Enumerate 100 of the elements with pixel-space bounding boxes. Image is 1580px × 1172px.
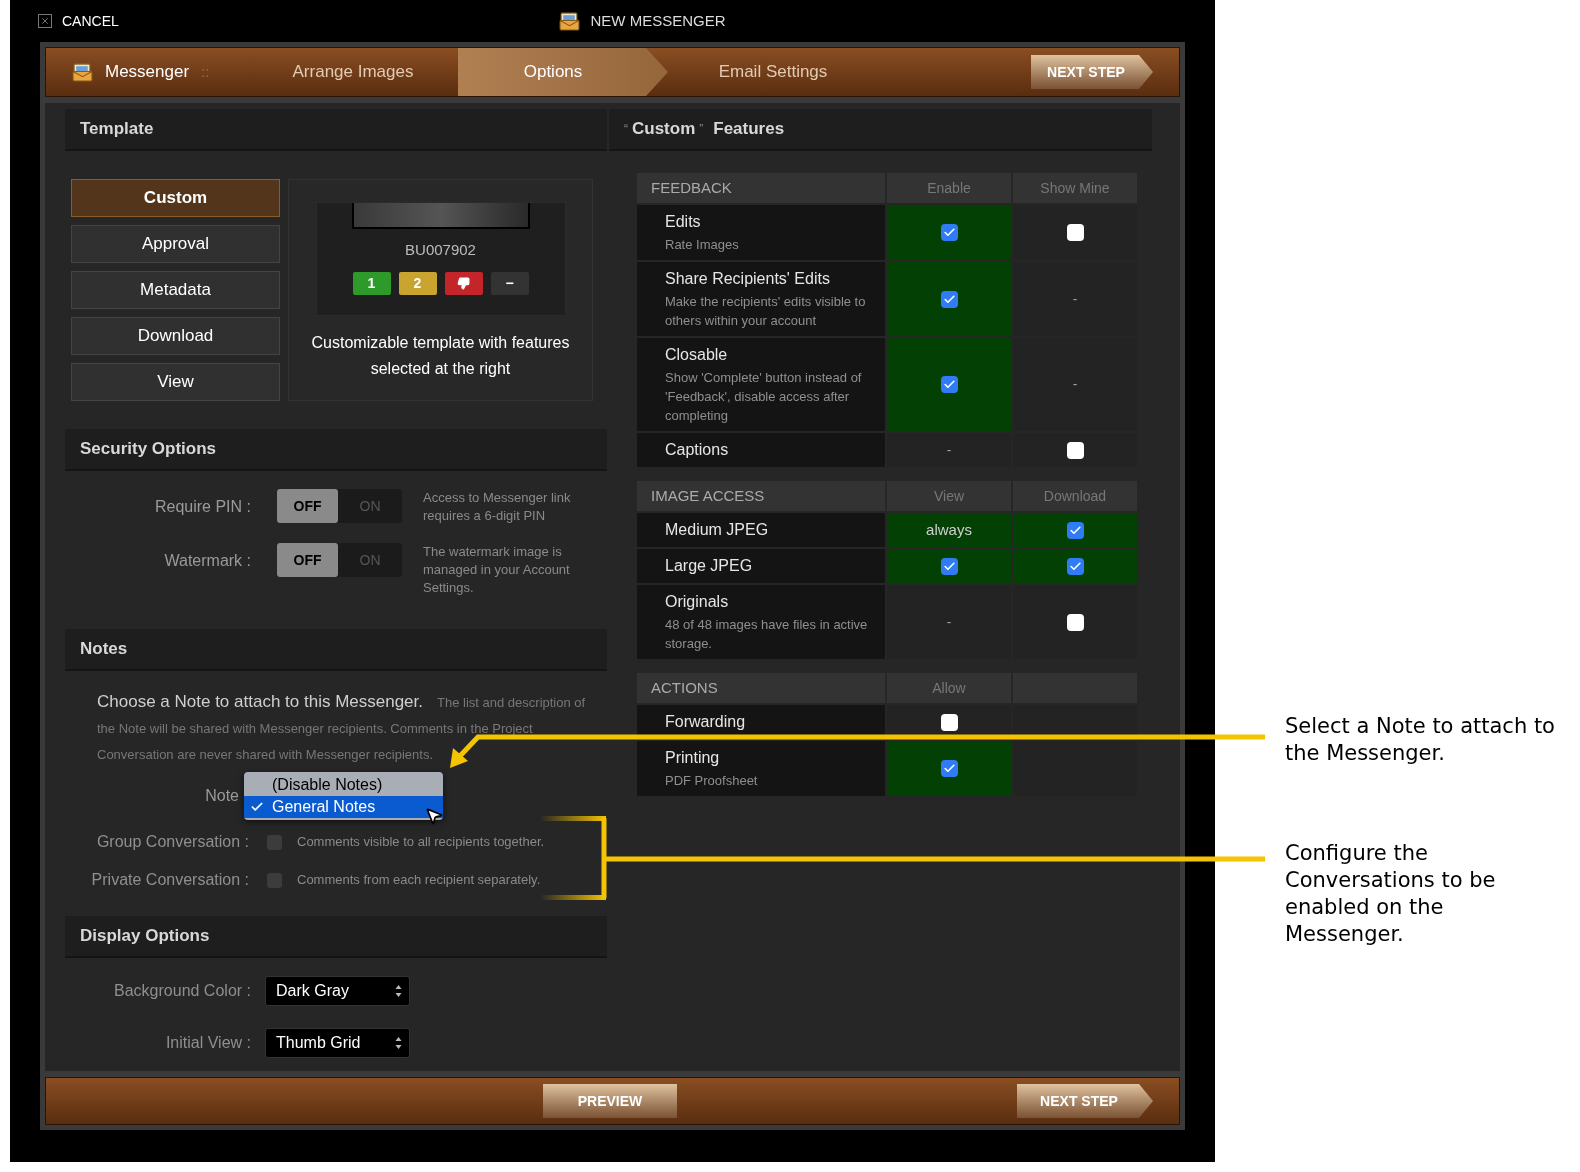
envelope-photo-icon — [72, 62, 93, 82]
field-label: Background Color : — [113, 981, 251, 1001]
dash-text: - — [1072, 289, 1078, 309]
section-header: Notes — [65, 629, 607, 671]
checkbox[interactable] — [1066, 224, 1084, 241]
checkbox[interactable] — [1066, 521, 1084, 539]
section-header: Display Options — [65, 916, 607, 958]
separator-text: :: — [201, 61, 210, 82]
checkmark-icon — [942, 559, 956, 573]
template-name: Custom — [632, 118, 696, 141]
quote-mark: ” — [699, 121, 704, 138]
checkmark-icon — [942, 226, 956, 239]
template-option[interactable]: View — [71, 363, 280, 401]
checkmark-icon — [1068, 523, 1082, 537]
feature-title: Originals — [665, 592, 730, 612]
dropdown-option[interactable]: General Notes — [244, 796, 443, 818]
checkbox[interactable] — [1066, 557, 1084, 575]
checkbox[interactable] — [940, 376, 958, 393]
checkbox[interactable] — [940, 713, 958, 731]
checkmark-icon — [942, 762, 956, 775]
section-title: Features — [713, 118, 785, 141]
step-tab[interactable]: Messenger :: — [46, 48, 248, 96]
select-field[interactable]: Thumb Grid — [265, 1028, 410, 1058]
select-field[interactable]: Dark Gray — [265, 976, 410, 1006]
rating-button[interactable] — [444, 271, 483, 295]
checkbox[interactable] — [940, 224, 958, 241]
dropdown-option[interactable]: (Disable Notes) — [244, 774, 443, 796]
column-header: Download — [1013, 481, 1137, 511]
checkmark-icon — [250, 800, 264, 814]
column-header: Enable — [887, 173, 1011, 203]
feature-title: Captions — [665, 440, 730, 460]
field-description: The watermark image is managed in your Account Settings. — [423, 543, 571, 597]
cell-text: always — [926, 519, 972, 540]
close-icon — [38, 14, 52, 28]
template-option[interactable]: Download — [71, 317, 280, 355]
column-header: Show Mine — [1013, 173, 1137, 203]
column-header: Allow — [887, 673, 1011, 703]
checkbox[interactable] — [1066, 613, 1084, 631]
callout-text: Configure the Conversations to be enabled on the Messenger. — [1285, 840, 1497, 948]
toggle-switch[interactable]: OFF ON — [277, 543, 402, 577]
field-label: Require PIN : — [153, 497, 251, 517]
field-label: Group Conversation : — [95, 832, 249, 852]
feature-title: Edits — [665, 212, 702, 232]
checkbox[interactable] — [940, 290, 958, 308]
cancel-button[interactable]: CANCEL — [38, 10, 119, 32]
checkbox[interactable] — [940, 557, 958, 575]
checkmark-icon — [942, 292, 956, 306]
image-code: BU007902 — [405, 240, 476, 260]
field-label: Initial View : — [164, 1033, 251, 1053]
toggle-switch[interactable]: OFF ON — [277, 489, 402, 523]
quote-mark: “ — [624, 121, 628, 138]
template-option[interactable]: Approval — [71, 225, 280, 263]
feature-title: Forwarding — [665, 712, 747, 732]
feature-title: Share Recipients' Edits — [665, 269, 831, 289]
field-label: Note — [204, 786, 239, 806]
section-header: Security Options — [65, 429, 607, 471]
step-label: Messenger — [105, 61, 190, 84]
field-description: Comments visible to all recipients together. — [297, 833, 545, 852]
rating-button[interactable]: 1 — [352, 271, 391, 295]
feature-title: Medium JPEG — [665, 520, 770, 540]
envelope-photo-icon — [559, 11, 581, 31]
dash-text: - — [946, 612, 952, 632]
updown-caret-icon — [395, 984, 402, 998]
window-title: NEW MESSENGER — [590, 10, 726, 31]
field-description: Comments from each recipient separately. — [297, 871, 541, 890]
feature-subtitle: PDF Proofsheet — [665, 772, 759, 790]
template-option[interactable]: Custom — [71, 179, 280, 217]
feature-title: Closable — [665, 345, 729, 365]
feature-title: Large JPEG — [665, 556, 754, 576]
section-header: Template — [65, 109, 607, 151]
step-tab[interactable]: Email Settings — [668, 48, 878, 96]
step-tab[interactable]: Arrange Images — [248, 48, 458, 96]
column-header: View — [887, 481, 1011, 511]
field-label: Watermark : — [163, 551, 251, 571]
field-label: Private Conversation : — [90, 870, 249, 890]
feature-subtitle: Make the recipients' edits visible to others within your account — [665, 293, 867, 330]
table-header: FEEDBACK — [637, 173, 885, 203]
feature-subtitle: Show 'Complete' button instead of 'Feedback', disable access after completing — [665, 369, 863, 425]
template-description: Customizable template with features selected at the right — [310, 333, 571, 379]
callout-text: Select a Note to attach to the Messenger. — [1285, 713, 1556, 767]
dash-text: - — [946, 440, 952, 460]
checkmark-icon — [942, 378, 956, 391]
checkbox[interactable] — [940, 760, 958, 777]
table-header: ACTIONS — [637, 673, 885, 703]
dropdown-menu[interactable]: (Disable Notes) General Notes — [244, 772, 443, 820]
step-tab[interactable]: Options — [458, 48, 668, 96]
notes-description: Choose a Note to attach to this Messenger. The list and description of the Note will be shared with Messenger recipients. Comments in the Project Conversation are never shared with Messenger recipients. — [96, 691, 587, 764]
template-option[interactable]: Metadata — [71, 271, 280, 309]
rating-button[interactable]: − — [490, 271, 529, 295]
dash-text: - — [1072, 375, 1078, 394]
field-description: Access to Messenger link requires a 6-digit PIN — [423, 489, 572, 525]
table-header: IMAGE ACCESS — [637, 481, 885, 511]
checkbox[interactable] — [1066, 441, 1084, 459]
updown-caret-icon — [395, 1036, 402, 1050]
feature-subtitle: Rate Images — [665, 236, 740, 254]
checkmark-icon — [1068, 559, 1082, 573]
feature-title: Printing — [665, 748, 721, 768]
thumbs-down-icon — [457, 276, 470, 290]
mouse-cursor-icon — [424, 806, 444, 826]
feature-subtitle: 48 of 48 images have files in active storage. — [665, 616, 869, 653]
